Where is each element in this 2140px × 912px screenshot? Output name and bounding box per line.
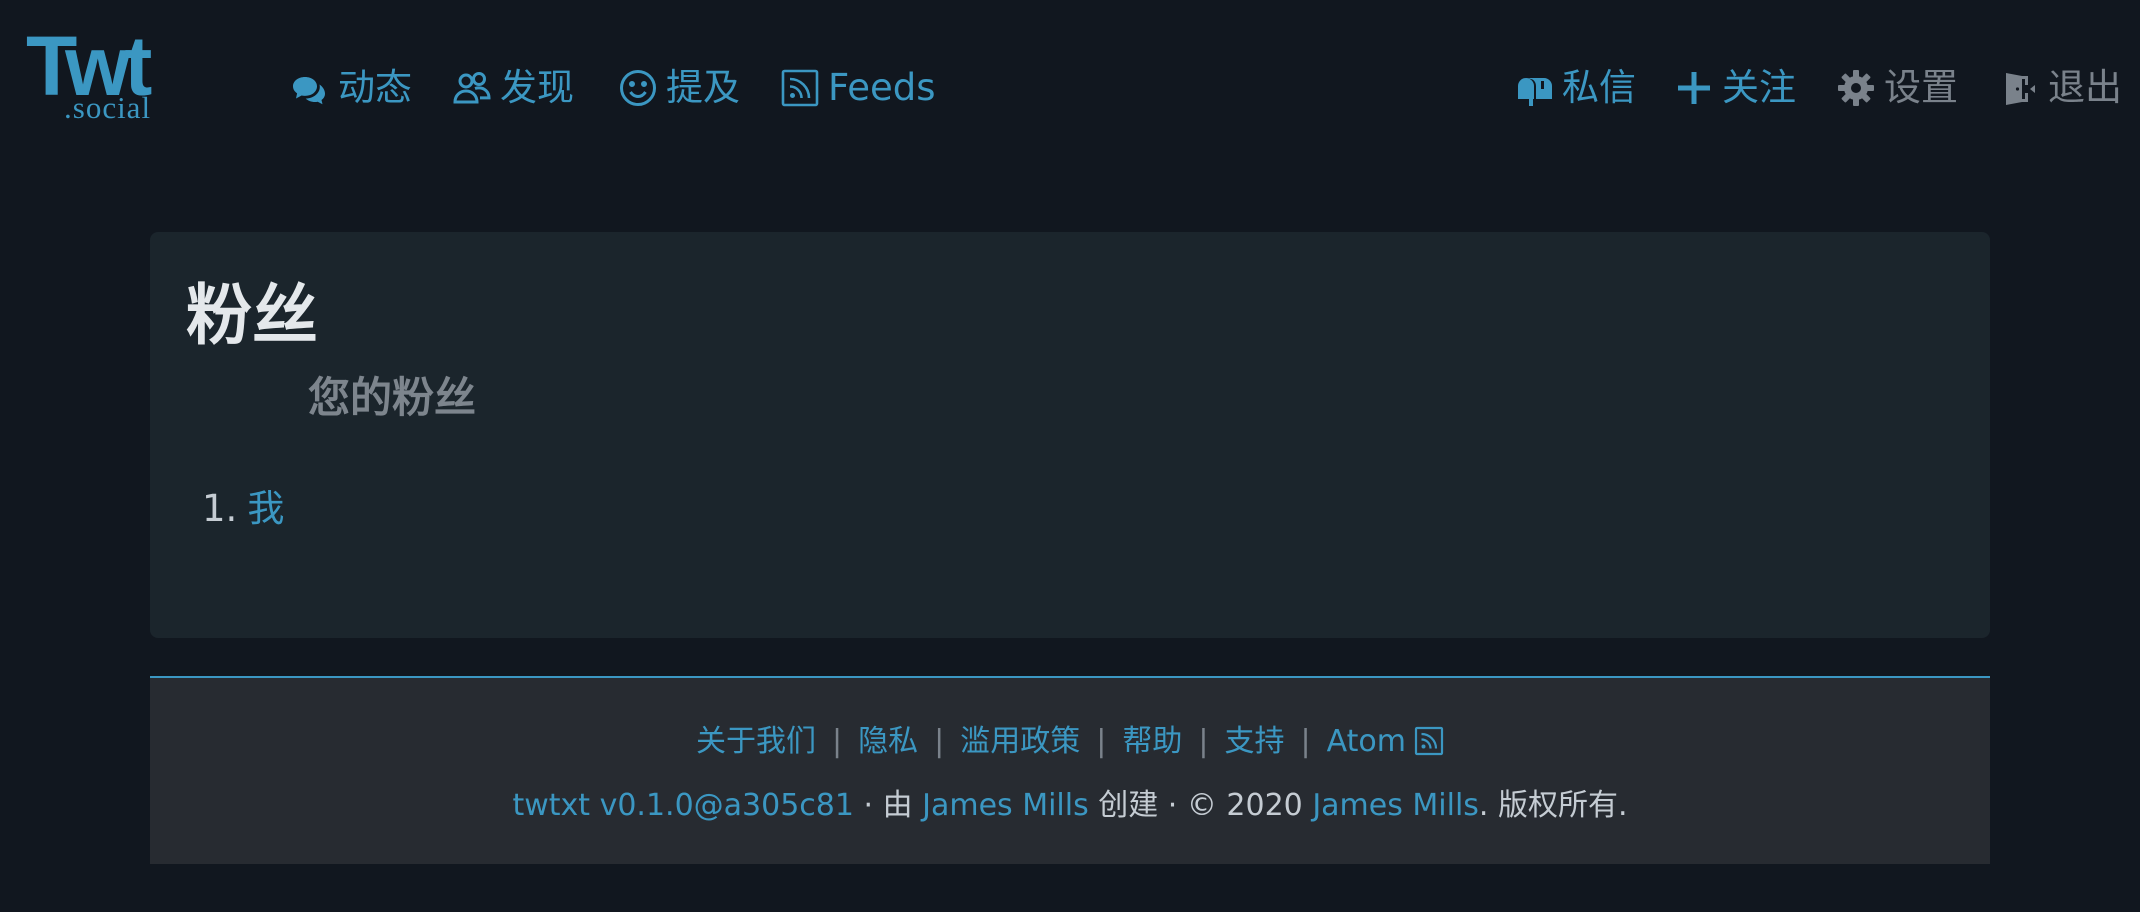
nav-mentions-label: 提及 [666, 66, 740, 109]
followers-card: 粉丝 您的粉丝 1. 我 [150, 232, 1990, 638]
nav-follow[interactable]: 关注 [1674, 64, 1796, 112]
footer-separator: | [934, 724, 945, 759]
footer-about-link[interactable]: 关于我们 [696, 724, 816, 759]
rss-icon [780, 68, 820, 108]
nav-discover[interactable]: 发现 [452, 64, 574, 112]
nav-timeline-label: 动态 [338, 66, 412, 109]
nav-timeline[interactable]: 动态 [290, 64, 412, 112]
footer-atom-link[interactable]: Atom [1327, 724, 1444, 759]
nav-feeds[interactable]: Feeds [780, 64, 936, 112]
gear-icon [1836, 68, 1876, 108]
nav-logout[interactable]: 退出 [2000, 64, 2122, 112]
nav-feeds-label: Feeds [828, 66, 936, 109]
nav-follow-label: 关注 [1722, 66, 1796, 109]
footer-created-text: 创建 · © 2020 [1088, 788, 1313, 823]
footer-help-link[interactable]: 帮助 [1122, 724, 1182, 759]
footer: 关于我们 | 隐私 | 滥用政策 | 帮助 | 支持 | Atom twtxt v0.1.0@a30… [150, 676, 1990, 864]
users-icon [452, 68, 492, 108]
footer-separator: | [1096, 724, 1107, 759]
footer-separator: | [1300, 724, 1311, 759]
nav-mentions[interactable]: 提及 [618, 64, 740, 112]
footer-links: 关于我们 | 隐私 | 滥用政策 | 帮助 | 支持 | Atom [150, 722, 1990, 762]
footer-support-link[interactable]: 支持 [1224, 724, 1284, 759]
footer-separator: | [832, 724, 843, 759]
nav-messages[interactable]: 私信 [1514, 64, 1636, 112]
mailbox-icon [1514, 68, 1554, 108]
nav-messages-label: 私信 [1562, 66, 1636, 109]
nav-settings-label: 设置 [1884, 66, 1958, 109]
follower-list: 1. 我 [202, 484, 284, 534]
footer-by-text: · 由 [853, 788, 923, 823]
footer-separator: | [1198, 724, 1209, 759]
footer-abuse-link[interactable]: 滥用政策 [960, 724, 1080, 759]
follower-link[interactable]: 我 [247, 487, 284, 530]
copyright-holder-link[interactable]: James Mills [1312, 788, 1479, 823]
smile-icon [618, 68, 658, 108]
nav-logout-label: 退出 [2048, 66, 2122, 109]
page-subtitle: 您的粉丝 [308, 373, 477, 422]
logo-subtext: .social [64, 90, 152, 125]
list-item: 1. 我 [202, 484, 284, 534]
site-logo[interactable]: Twt .social [26, 24, 206, 126]
footer-credit: twtxt v0.1.0@a305c81 · 由 James Mills 创建 … [150, 786, 1990, 826]
rss-icon [1414, 726, 1444, 756]
top-navigation: Twt .social 动态 发现 提及 Feeds 私信 关注 设置 退出 [0, 0, 2140, 176]
footer-rights-text: . 版权所有. [1478, 788, 1628, 823]
footer-atom-label: Atom [1326, 724, 1406, 759]
version-link[interactable]: twtxt v0.1.0@a305c81 [512, 788, 854, 823]
page-title: 粉丝 [186, 277, 318, 354]
author-link[interactable]: James Mills [922, 788, 1089, 823]
footer-privacy-link[interactable]: 隐私 [858, 724, 918, 759]
plus-icon [1674, 68, 1714, 108]
nav-settings[interactable]: 设置 [1836, 64, 1958, 112]
comments-icon [290, 68, 330, 108]
door-icon [2000, 68, 2040, 108]
list-item-number: 1. [202, 487, 238, 530]
nav-discover-label: 发现 [500, 66, 574, 109]
